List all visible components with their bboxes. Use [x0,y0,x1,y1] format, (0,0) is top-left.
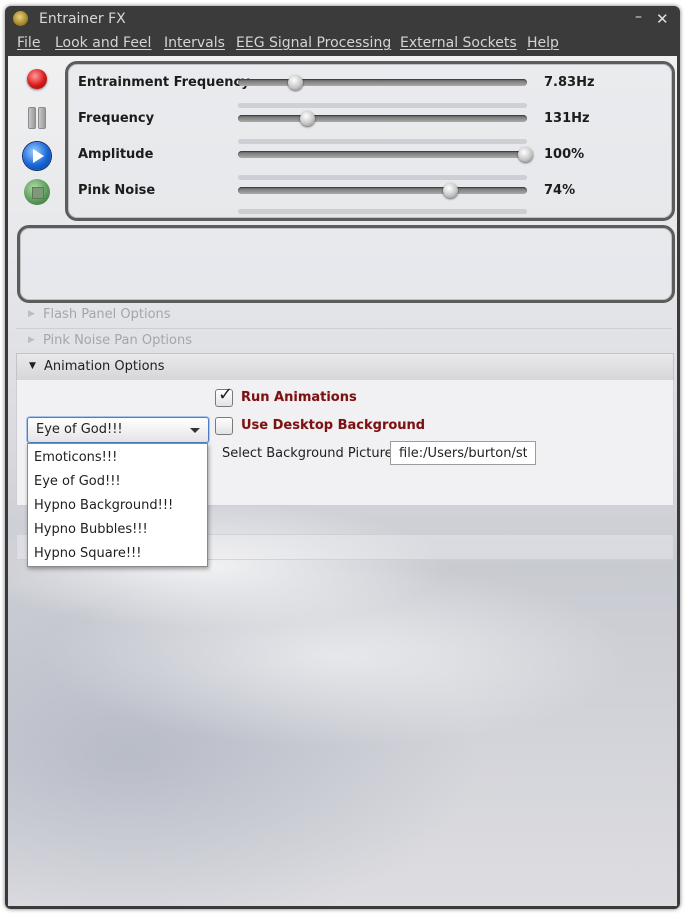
playback-controls [8,56,64,216]
accordion-label: Animation Options [44,359,165,374]
menu-eeg-signal-processing[interactable]: EEG Signal Processing [236,35,391,51]
expand-arrow-icon: ▶ [28,335,35,345]
dropdown-option[interactable]: Eye of God!!! [34,474,121,489]
run-animations-label: Run Animations [241,390,357,405]
menu-bar: File Look and Feel Intervals EEG Signal … [5,32,680,56]
use-desktop-background-checkbox[interactable] [215,417,233,435]
record-icon [27,69,47,89]
slider-knob-frequency[interactable] [299,111,315,126]
slider-value-amplitude: 100% [544,147,585,162]
slider-track-pink-noise[interactable] [238,187,527,194]
play-icon [23,142,51,170]
slider-ghost-track [238,175,527,180]
accordion-flash-panel-options[interactable]: ▶ Flash Panel Options [16,302,672,329]
pause-icon [28,107,36,129]
dropdown-option[interactable]: Hypno Square!!! [34,546,141,561]
close-button[interactable]: ✕ [656,10,669,28]
slider-panel: Entrainment Frequency 7.83Hz Frequency 1… [65,61,675,221]
background-path-field[interactable] [390,441,536,465]
slider-label-pink-noise: Pink Noise [78,183,156,198]
slider-ghost-track [238,103,527,108]
pause-button[interactable] [23,104,51,132]
checkmark-icon: ✓ [218,384,234,405]
chevron-down-icon [190,428,200,433]
select-background-label: Select Background Picture [222,446,393,461]
slider-value-entrainment-frequency: 7.83Hz [544,75,595,90]
run-animations-checkbox[interactable]: ✓ [215,384,233,407]
dropdown-option[interactable]: Emoticons!!! [34,450,117,465]
slider-value-pink-noise: 74% [544,183,576,198]
pause-icon [38,107,46,129]
menu-intervals[interactable]: Intervals [164,35,225,51]
accordion-label: Pink Noise Pan Options [43,333,193,348]
accordion-pink-noise-pan-options[interactable]: ▶ Pink Noise Pan Options [16,328,672,355]
collapse-arrow-icon: ▼ [29,361,36,371]
slider-knob-pink-noise[interactable] [443,183,459,198]
animation-select[interactable]: Eye of God!!! [27,417,209,443]
menu-external-sockets[interactable]: External Sockets [400,35,517,51]
slider-track-entrainment-frequency[interactable] [238,79,527,86]
accordion-animation-options[interactable]: ▼ Animation Options [16,353,674,381]
slider-knob-amplitude[interactable] [518,147,533,162]
main-content: Entrainment Frequency 7.83Hz Frequency 1… [8,56,677,906]
play-button[interactable] [23,142,51,170]
minimize-button[interactable]: – [635,9,642,25]
accordion-label: Flash Panel Options [43,307,171,322]
slider-knob-entrainment-frequency[interactable] [288,75,304,90]
dropdown-option[interactable]: Hypno Background!!! [34,498,173,513]
expand-arrow-icon: ▶ [28,309,35,319]
slider-label-amplitude: Amplitude [78,147,154,162]
stop-button[interactable] [23,178,51,206]
dropdown-option[interactable]: Hypno Bubbles!!! [34,522,148,537]
menu-help[interactable]: Help [527,35,559,51]
animation-dropdown-list: Emoticons!!! Eye of God!!! Hypno Backgro… [27,443,208,567]
animation-select-value: Eye of God!!! [36,422,123,437]
slider-track-amplitude[interactable] [238,151,527,158]
slider-ghost-track [238,139,527,144]
app-window: Entrainer FX – ✕ File Look and Feel Inte… [5,6,680,909]
slider-ghost-track [238,209,527,214]
window-title: Entrainer FX [39,11,126,27]
slider-value-frequency: 131Hz [544,111,590,126]
slider-label-entrainment-frequency: Entrainment Frequency [78,75,250,90]
menu-file[interactable]: File [17,35,40,51]
app-logo-icon [13,11,28,26]
display-panel [17,225,675,303]
stop-icon [24,179,50,205]
record-button[interactable] [23,65,51,93]
slider-label-frequency: Frequency [78,111,155,126]
use-desktop-background-label: Use Desktop Background [241,418,426,433]
menu-look-and-feel[interactable]: Look and Feel [55,35,151,51]
slider-track-frequency[interactable] [238,115,527,122]
title-bar: Entrainer FX – ✕ [5,6,680,32]
